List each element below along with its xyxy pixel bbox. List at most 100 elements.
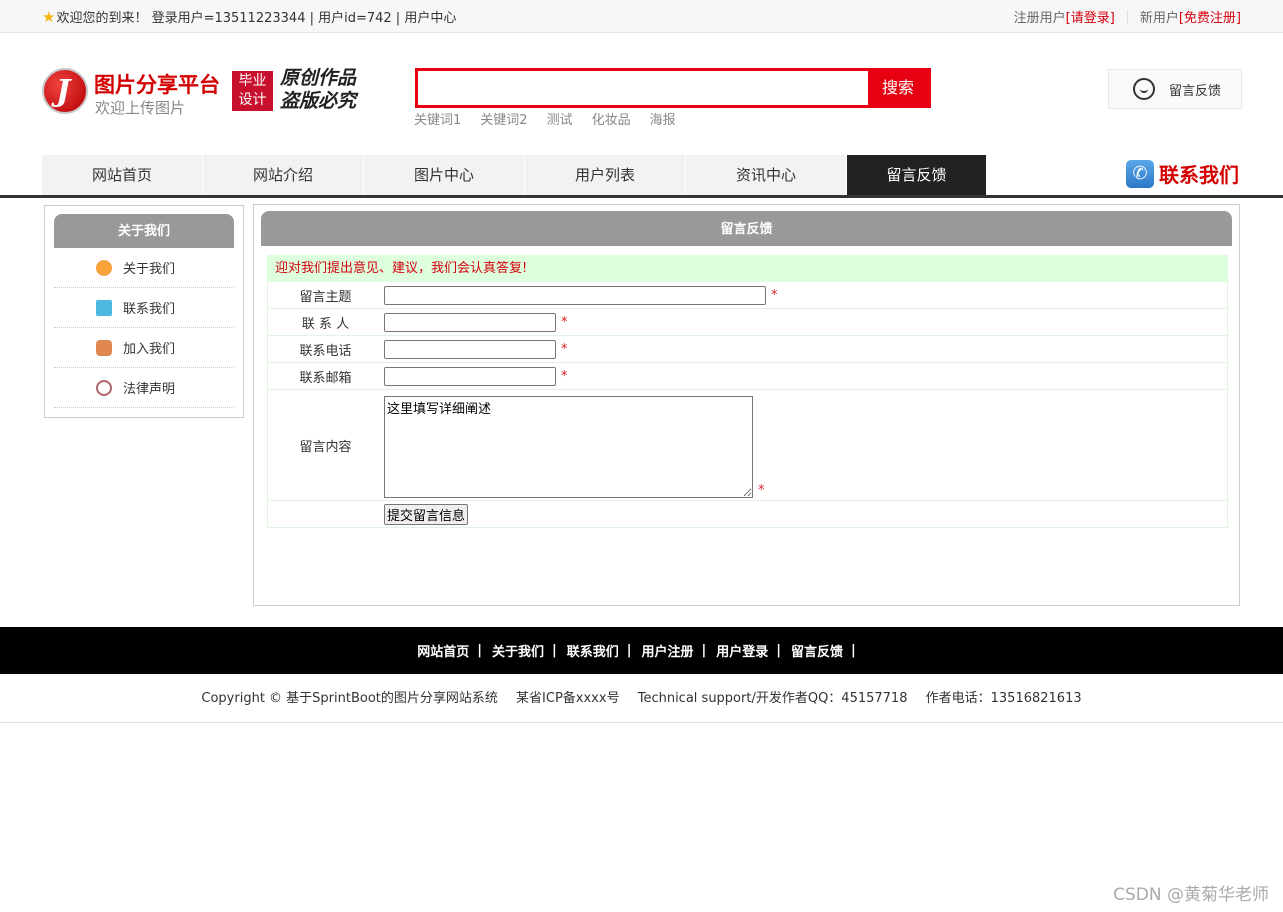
sidebar-item-label: 加入我们 <box>123 342 176 357</box>
submit-button[interactable]: 提交留言信息 <box>384 504 469 525</box>
search-box: 搜索 <box>415 68 931 108</box>
divider <box>1126 9 1128 24</box>
phone-input[interactable] <box>384 340 556 359</box>
panel-title: 留言反馈 <box>261 211 1232 246</box>
copyright-bar: Copyright © 基于SprintBoot的图片分享网站系统 某省ICP备… <box>0 674 1283 723</box>
search-button[interactable]: 搜索 <box>868 71 928 105</box>
sidebar-item-join[interactable]: 加入我们 <box>54 328 234 368</box>
email-input[interactable] <box>384 367 556 386</box>
sidebar-item-label: 关于我们 <box>123 262 176 277</box>
account-links: 注册用户 [请登录] 新用户 [免费注册] <box>1014 7 1241 26</box>
contact-input[interactable] <box>384 313 556 332</box>
free-register-link[interactable]: [免费注册] <box>1179 7 1241 26</box>
submit-row: 提交留言信息 <box>267 501 1228 528</box>
search-input[interactable] <box>418 71 868 105</box>
power-icon <box>96 379 112 396</box>
contact-us-label: 联系我们 <box>1159 163 1239 187</box>
footer-separator: | <box>851 643 856 658</box>
clipboard-icon <box>96 299 112 316</box>
hot-keywords: 关键词1 关键词2 测试 化妆品 海报 <box>414 109 676 128</box>
required-mark: * <box>758 483 765 498</box>
customer-service-icon <box>1133 78 1155 100</box>
required-mark: * <box>561 342 568 357</box>
footer-link-register[interactable]: 用户注册 <box>642 641 694 660</box>
star-icon: ★ <box>42 7 56 26</box>
main-nav: 网站首页 网站介绍 图片中心 用户列表 资讯中心 留言反馈 ✆ 联系我们 <box>0 155 1283 198</box>
author-phone-text: 作者电话：13516821613 <box>925 691 1082 706</box>
sidebar-item-legal[interactable]: 法律声明 <box>54 368 234 408</box>
subject-label: 留言主题 <box>299 289 352 305</box>
nav-item-home[interactable]: 网站首页 <box>42 155 203 195</box>
contact-row: 联 系 人 * <box>267 309 1228 336</box>
subject-row: 留言主题 * <box>267 282 1228 309</box>
nav-item-users[interactable]: 用户列表 <box>525 155 686 195</box>
phone-row: 联系电话 * <box>267 336 1228 363</box>
message-label: 留言内容 <box>299 439 352 455</box>
logo-icon[interactable]: J <box>42 68 88 114</box>
feedback-panel: 留言反馈 迎对我们提出意见、建议，我们会认真答复! 留言主题 * 联 系 人 *… <box>253 204 1240 606</box>
logo-subtitle: 欢迎上传图片 <box>95 99 186 117</box>
contact-label: 联 系 人 <box>301 316 350 332</box>
required-mark: * <box>561 315 568 330</box>
graduation-badge: 毕业 设计 <box>232 71 273 111</box>
form-notice: 迎对我们提出意见、建议，我们会认真答复! <box>267 255 1228 282</box>
support-text: Technical support/开发作者QQ：45157718 <box>637 691 908 706</box>
keyword-link[interactable]: 关键词1 <box>414 109 461 128</box>
icp-text: 某省ICP备xxxx号 <box>516 691 620 706</box>
new-user-label: 新用户 <box>1139 11 1179 26</box>
copyright-text: Copyright © 基于SprintBoot的图片分享网站系统 <box>201 691 498 706</box>
register-user-label: 注册用户 <box>1013 11 1066 26</box>
footer-separator: | <box>626 643 632 658</box>
sidebar-item-contact[interactable]: 联系我们 <box>54 288 234 328</box>
slogan-line2: 盗版必究 <box>280 90 357 112</box>
nav-item-news[interactable]: 资讯中心 <box>686 155 847 195</box>
nav-item-intro[interactable]: 网站介绍 <box>203 155 364 195</box>
top-bar: ★ 欢迎您的到来！ 登录用户=13511223344 | 用户id=742 | … <box>0 0 1283 33</box>
slogan-line1: 原创作品 <box>280 67 357 89</box>
required-mark: * <box>561 369 568 384</box>
email-row: 联系邮箱 * <box>267 363 1228 390</box>
footer-link-contact[interactable]: 联系我们 <box>567 641 619 660</box>
nav-item-pictures[interactable]: 图片中心 <box>364 155 525 195</box>
contact-us-link[interactable]: ✆ 联系我们 <box>1126 159 1239 188</box>
welcome-area: ★ 欢迎您的到来！ 登录用户=13511223344 | 用户id=742 | … <box>42 7 457 27</box>
sidebar-title: 关于我们 <box>54 214 234 248</box>
feedback-form: 迎对我们提出意见、建议，我们会认真答复! 留言主题 * 联 系 人 * 联系电话… <box>267 255 1228 528</box>
message-row: 留言内容 这里填写详细阐述 * <box>267 390 1228 501</box>
keyword-link[interactable]: 关键词2 <box>480 109 527 128</box>
phone-icon: ✆ <box>1126 159 1154 188</box>
footer-separator: | <box>776 643 782 658</box>
keyword-link[interactable]: 测试 <box>547 109 573 128</box>
subject-input[interactable] <box>384 286 766 305</box>
email-label: 联系邮箱 <box>299 370 352 386</box>
login-link[interactable]: [请登录] <box>1066 7 1115 26</box>
about-icon <box>96 259 112 276</box>
slogan: 原创作品 盗版必究 <box>280 67 356 113</box>
lock-icon <box>96 339 112 356</box>
badge-line2: 设计 <box>238 92 267 108</box>
badge-line1: 毕业 <box>238 73 267 89</box>
keyword-link[interactable]: 化妆品 <box>592 109 631 128</box>
phone-label: 联系电话 <box>299 343 352 359</box>
sidebar-item-about[interactable]: 关于我们 <box>54 248 234 288</box>
feedback-label: 留言反馈 <box>1169 83 1222 99</box>
footer-link-feedback[interactable]: 留言反馈 <box>791 641 843 660</box>
nav-item-feedback[interactable]: 留言反馈 <box>847 155 987 195</box>
footer-link-about[interactable]: 关于我们 <box>492 641 544 660</box>
header: J 图片分享平台 欢迎上传图片 毕业 设计 原创作品 盗版必究 搜索 关键词1 … <box>0 33 1283 155</box>
sidebar: 关于我们 关于我们 联系我们 加入我们 法律声明 <box>44 205 244 418</box>
footer-link-login[interactable]: 用户登录 <box>716 641 768 660</box>
footer-separator: | <box>551 643 557 658</box>
keyword-link[interactable]: 海报 <box>650 109 676 128</box>
footer-separator: | <box>477 643 482 658</box>
logo-title[interactable]: 图片分享平台 <box>94 69 220 99</box>
footer-separator: | <box>701 643 707 658</box>
watermark: CSDN @黄菊华老师 <box>1113 885 1269 905</box>
footer-link-home[interactable]: 网站首页 <box>417 641 469 660</box>
welcome-text: 欢迎您的到来！ 登录用户=13511223344 | 用户id=742 | 用户… <box>56 11 457 26</box>
feedback-button[interactable]: 留言反馈 <box>1108 69 1242 109</box>
required-mark: * <box>771 288 778 303</box>
sidebar-item-label: 联系我们 <box>123 302 176 317</box>
footer-nav: 网站首页 | 关于我们 | 联系我们 | 用户注册 | 用户登录 | 留言反馈 | <box>0 627 1283 674</box>
message-textarea[interactable]: 这里填写详细阐述 <box>384 396 753 498</box>
